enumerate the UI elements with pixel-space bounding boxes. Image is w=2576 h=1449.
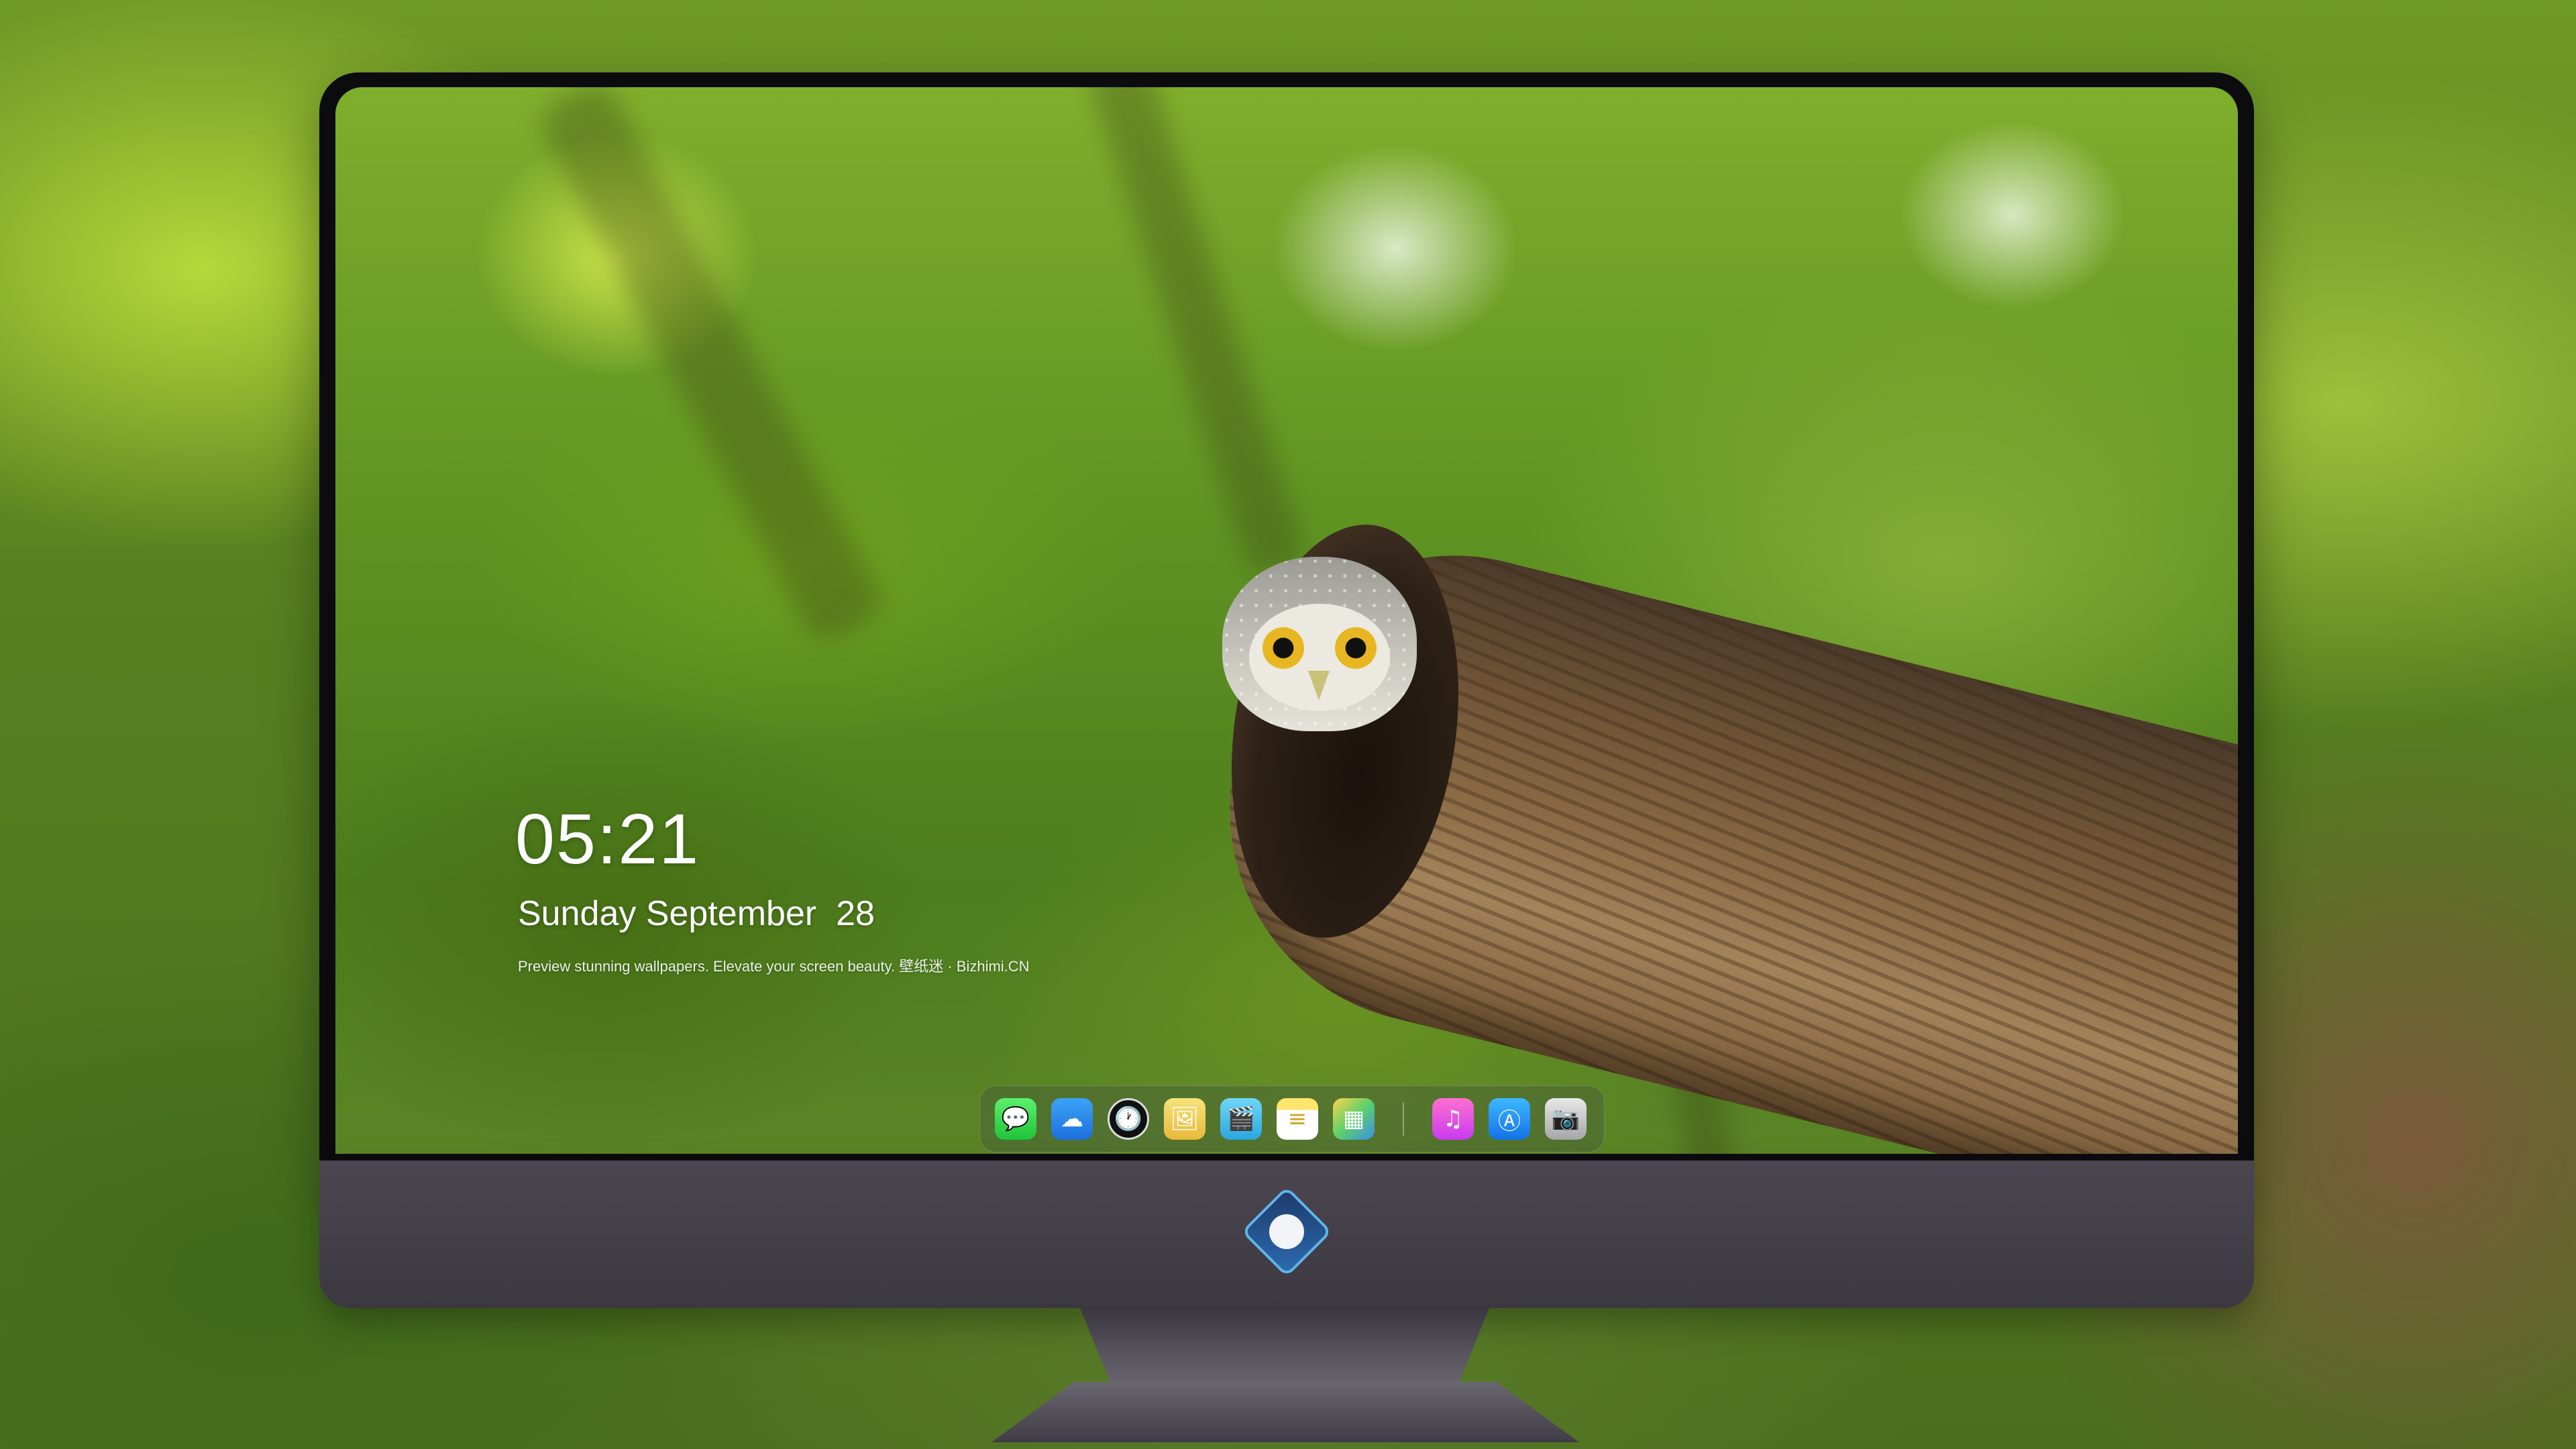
dock-separator (1403, 1102, 1404, 1136)
preview-icon[interactable]: 🖼 (1164, 1098, 1205, 1140)
monitor-stand-neck (1080, 1308, 1489, 1389)
music-icon[interactable]: ♫ (1432, 1098, 1474, 1140)
messages-icon[interactable]: 💬 (995, 1098, 1036, 1140)
monitor-stand-base (991, 1382, 1579, 1442)
dock: 💬 ☁ 🕐 🖼 🎬 ≡ ▦ ♫ Ⓐ 📷 (979, 1085, 1605, 1152)
lockscreen-tagline: Preview stunning wallpapers. Elevate you… (518, 958, 1030, 975)
date-day: 28 (836, 894, 875, 933)
date-month: September (645, 894, 817, 933)
weather-icon[interactable]: ☁ (1051, 1098, 1093, 1140)
owl-beak (1308, 671, 1330, 700)
monitor-bezel: 05:21 Sunday September 28 Preview stunni… (319, 72, 2254, 1161)
owl-left-eye (1263, 627, 1304, 669)
clock-icon[interactable]: 🕐 (1108, 1098, 1149, 1140)
monitor-chin (319, 1161, 2254, 1308)
lockscreen-time: 05:21 (515, 800, 700, 879)
date-weekday: Sunday (518, 894, 637, 933)
app-store-icon[interactable]: Ⓐ (1489, 1098, 1530, 1140)
background-branch (533, 87, 889, 648)
background-branch (1085, 87, 1309, 580)
lockscreen-date: Sunday September 28 (518, 896, 875, 931)
photos-icon[interactable]: ▦ (1333, 1098, 1375, 1140)
brand-logo-icon (1241, 1186, 1332, 1277)
clips-icon[interactable]: 🎬 (1220, 1098, 1262, 1140)
owl (1222, 557, 1417, 771)
imac-monitor: 05:21 Sunday September 28 Preview stunni… (319, 72, 2254, 1308)
owl-right-eye (1335, 627, 1377, 669)
desktop-screen: 05:21 Sunday September 28 Preview stunni… (335, 87, 2238, 1154)
notes-icon[interactable]: ≡ (1277, 1098, 1318, 1140)
logo-mascot (1269, 1214, 1304, 1249)
camera-icon[interactable]: 📷 (1545, 1098, 1587, 1140)
